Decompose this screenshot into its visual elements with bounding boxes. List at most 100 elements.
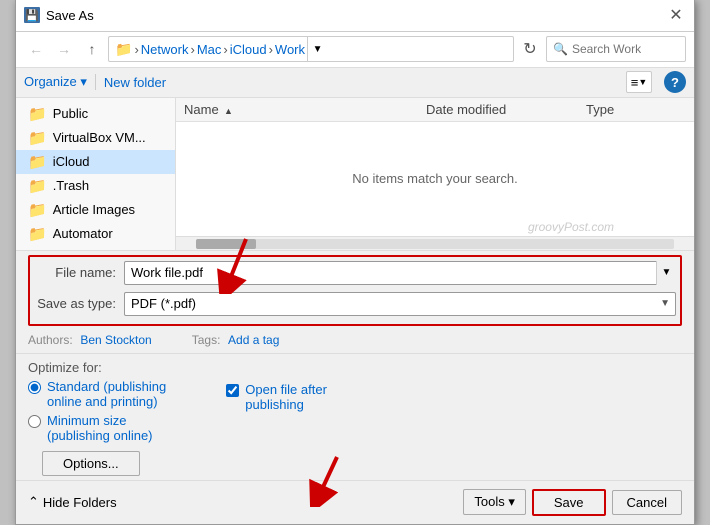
dialog-title: Save As <box>46 8 94 23</box>
open-file-label: Open file after publishing <box>245 382 327 412</box>
view-button[interactable]: ≡ ▼ <box>626 71 652 93</box>
sidebar: 📁 Public 📁 VirtualBox VM... 📁 iCloud 📁 .… <box>16 98 176 250</box>
red-arrow-2-svg <box>297 452 357 507</box>
sidebar-item-article-images[interactable]: 📁 Article Images <box>16 198 175 222</box>
sidebar-item-virtualbox[interactable]: 📁 VirtualBox VM... <box>16 126 175 150</box>
save-as-dialog: 💾 Save As ✕ ← → ↑ 📁 › Network › Mac › iC… <box>15 0 695 525</box>
standard-radio[interactable] <box>28 381 41 394</box>
cancel-button[interactable]: Cancel <box>612 490 682 515</box>
savetype-select[interactable]: PDF (*.pdf) <box>124 292 676 316</box>
authors-label: Authors: <box>28 333 73 347</box>
up-button[interactable]: ↑ <box>80 37 104 61</box>
open-file-checkbox-item: Open file after publishing <box>226 382 327 412</box>
optimize-right: Open file after publishing <box>226 382 327 412</box>
refresh-button[interactable]: ↻ <box>518 37 542 61</box>
toolbar: Organize ▾ New folder ≡ ▼ ? <box>16 68 694 98</box>
col-name-header[interactable]: Name ▲ <box>184 100 426 119</box>
content-area: 📁 Public 📁 VirtualBox VM... 📁 iCloud 📁 .… <box>16 98 694 250</box>
main-content: 📁 Public 📁 VirtualBox VM... 📁 iCloud 📁 .… <box>16 98 694 524</box>
folder-icon: 📁 <box>28 105 47 123</box>
sep4: › <box>269 42 273 57</box>
sidebar-item-label: Public <box>53 106 88 121</box>
meta-section: Authors: Ben Stockton Tags: Add a tag <box>16 326 694 354</box>
filename-row: File name: ▼ <box>34 261 676 285</box>
view-icon: ≡ <box>631 75 639 90</box>
chevron-icon: ⌃ <box>28 494 39 510</box>
save-button[interactable]: Save <box>532 489 606 516</box>
standard-label: Standard (publishing online and printing… <box>47 379 166 409</box>
empty-message: No items match your search. <box>352 171 517 186</box>
options-button[interactable]: Options... <box>42 451 140 476</box>
title-bar-left: 💾 Save As <box>24 7 94 23</box>
minimum-radio[interactable] <box>28 415 41 428</box>
view-dropdown-icon: ▼ <box>638 77 647 87</box>
breadcrumb-mac[interactable]: Mac <box>197 42 222 57</box>
optimize-left: Optimize for: Standard (publishing onlin… <box>28 360 166 476</box>
sep3: › <box>223 42 227 57</box>
sidebar-item-label: .Trash <box>53 178 89 193</box>
filename-input[interactable] <box>124 261 676 285</box>
tags-value[interactable]: Add a tag <box>228 333 279 347</box>
tags-group: Tags: Add a tag <box>192 332 280 347</box>
filename-input-wrap: ▼ <box>124 261 676 285</box>
sidebar-item-icloud[interactable]: 📁 iCloud <box>16 150 175 174</box>
scroll-bar[interactable] <box>176 236 694 250</box>
authors-value[interactable]: Ben Stockton <box>80 333 151 347</box>
savetype-select-wrap: PDF (*.pdf) <box>124 292 676 316</box>
organize-button[interactable]: Organize ▾ <box>24 74 87 90</box>
sidebar-item-automator[interactable]: 📁 Automator <box>16 222 175 246</box>
scroll-track <box>196 239 674 249</box>
tags-label: Tags: <box>192 333 221 347</box>
col-type-header[interactable]: Type <box>586 100 686 119</box>
folder-icon: 📁 <box>28 129 47 147</box>
col-date-header[interactable]: Date modified <box>426 100 586 119</box>
search-box: 🔍 <box>546 36 686 62</box>
filename-label: File name: <box>34 265 124 280</box>
sidebar-item-trash[interactable]: 📁 .Trash <box>16 174 175 198</box>
form-area: File name: ▼ Save as type: PDF (*.pdf) <box>16 250 694 326</box>
nav-bar: ← → ↑ 📁 › Network › Mac › iCloud › Work … <box>16 32 694 68</box>
bottom-bar: ⌃ Hide Folders Tools ▾ Save <box>16 480 694 524</box>
watermark: groovyPost.com <box>528 220 614 234</box>
folder-icon: 📁 <box>28 225 47 243</box>
tools-button[interactable]: Tools ▾ <box>463 489 526 515</box>
breadcrumb-network[interactable]: Network <box>141 42 189 57</box>
folder-icon: 📁 <box>28 177 47 195</box>
search-input[interactable] <box>572 42 679 56</box>
authors-group: Authors: Ben Stockton <box>28 332 152 347</box>
hide-folders-button[interactable]: ⌃ Hide Folders <box>28 494 117 510</box>
save-icon: 💾 <box>24 7 40 23</box>
breadcrumb-dropdown[interactable]: ▼ <box>307 36 327 62</box>
sort-arrow: ▲ <box>224 106 233 116</box>
new-folder-button[interactable]: New folder <box>104 75 166 90</box>
help-button[interactable]: ? <box>664 71 686 93</box>
bottom-right: Tools ▾ Save Cancel <box>457 489 682 516</box>
scroll-thumb[interactable] <box>196 239 256 249</box>
file-list-header: Name ▲ Date modified Type <box>176 98 694 122</box>
close-button[interactable]: ✕ <box>666 5 686 25</box>
file-list-body: No items match your search. groovyPost.c… <box>176 122 694 236</box>
search-icon: 🔍 <box>553 42 568 56</box>
breadcrumb-icloud[interactable]: iCloud <box>230 42 267 57</box>
minimum-radio-item: Minimum size (publishing online) <box>28 413 166 443</box>
sidebar-item-label: Automator <box>53 226 113 241</box>
file-list-panel: Name ▲ Date modified Type No items match… <box>176 98 694 250</box>
savetype-row: Save as type: PDF (*.pdf) <box>34 292 676 316</box>
open-file-checkbox[interactable] <box>226 384 239 397</box>
title-bar: 💾 Save As ✕ <box>16 0 694 32</box>
minimum-label: Minimum size (publishing online) <box>47 413 153 443</box>
standard-radio-item: Standard (publishing online and printing… <box>28 379 166 409</box>
help-icon: ? <box>671 75 679 90</box>
filename-dropdown[interactable]: ▼ <box>656 261 676 285</box>
hide-folders-label: Hide Folders <box>43 495 117 510</box>
forward-button[interactable]: → <box>52 37 76 61</box>
highlighted-form-box: File name: ▼ Save as type: PDF (*.pdf) <box>28 255 682 326</box>
breadcrumb: 📁 › Network › Mac › iCloud › Work ▼ <box>108 36 514 62</box>
optimize-for-label: Optimize for: <box>28 360 166 375</box>
sidebar-item-public[interactable]: 📁 Public <box>16 102 175 126</box>
sidebar-item-label: VirtualBox VM... <box>53 130 146 145</box>
back-button[interactable]: ← <box>24 37 48 61</box>
sep1: › <box>134 42 138 57</box>
breadcrumb-work[interactable]: Work <box>275 42 305 57</box>
sidebar-item-label: Article Images <box>53 202 135 217</box>
